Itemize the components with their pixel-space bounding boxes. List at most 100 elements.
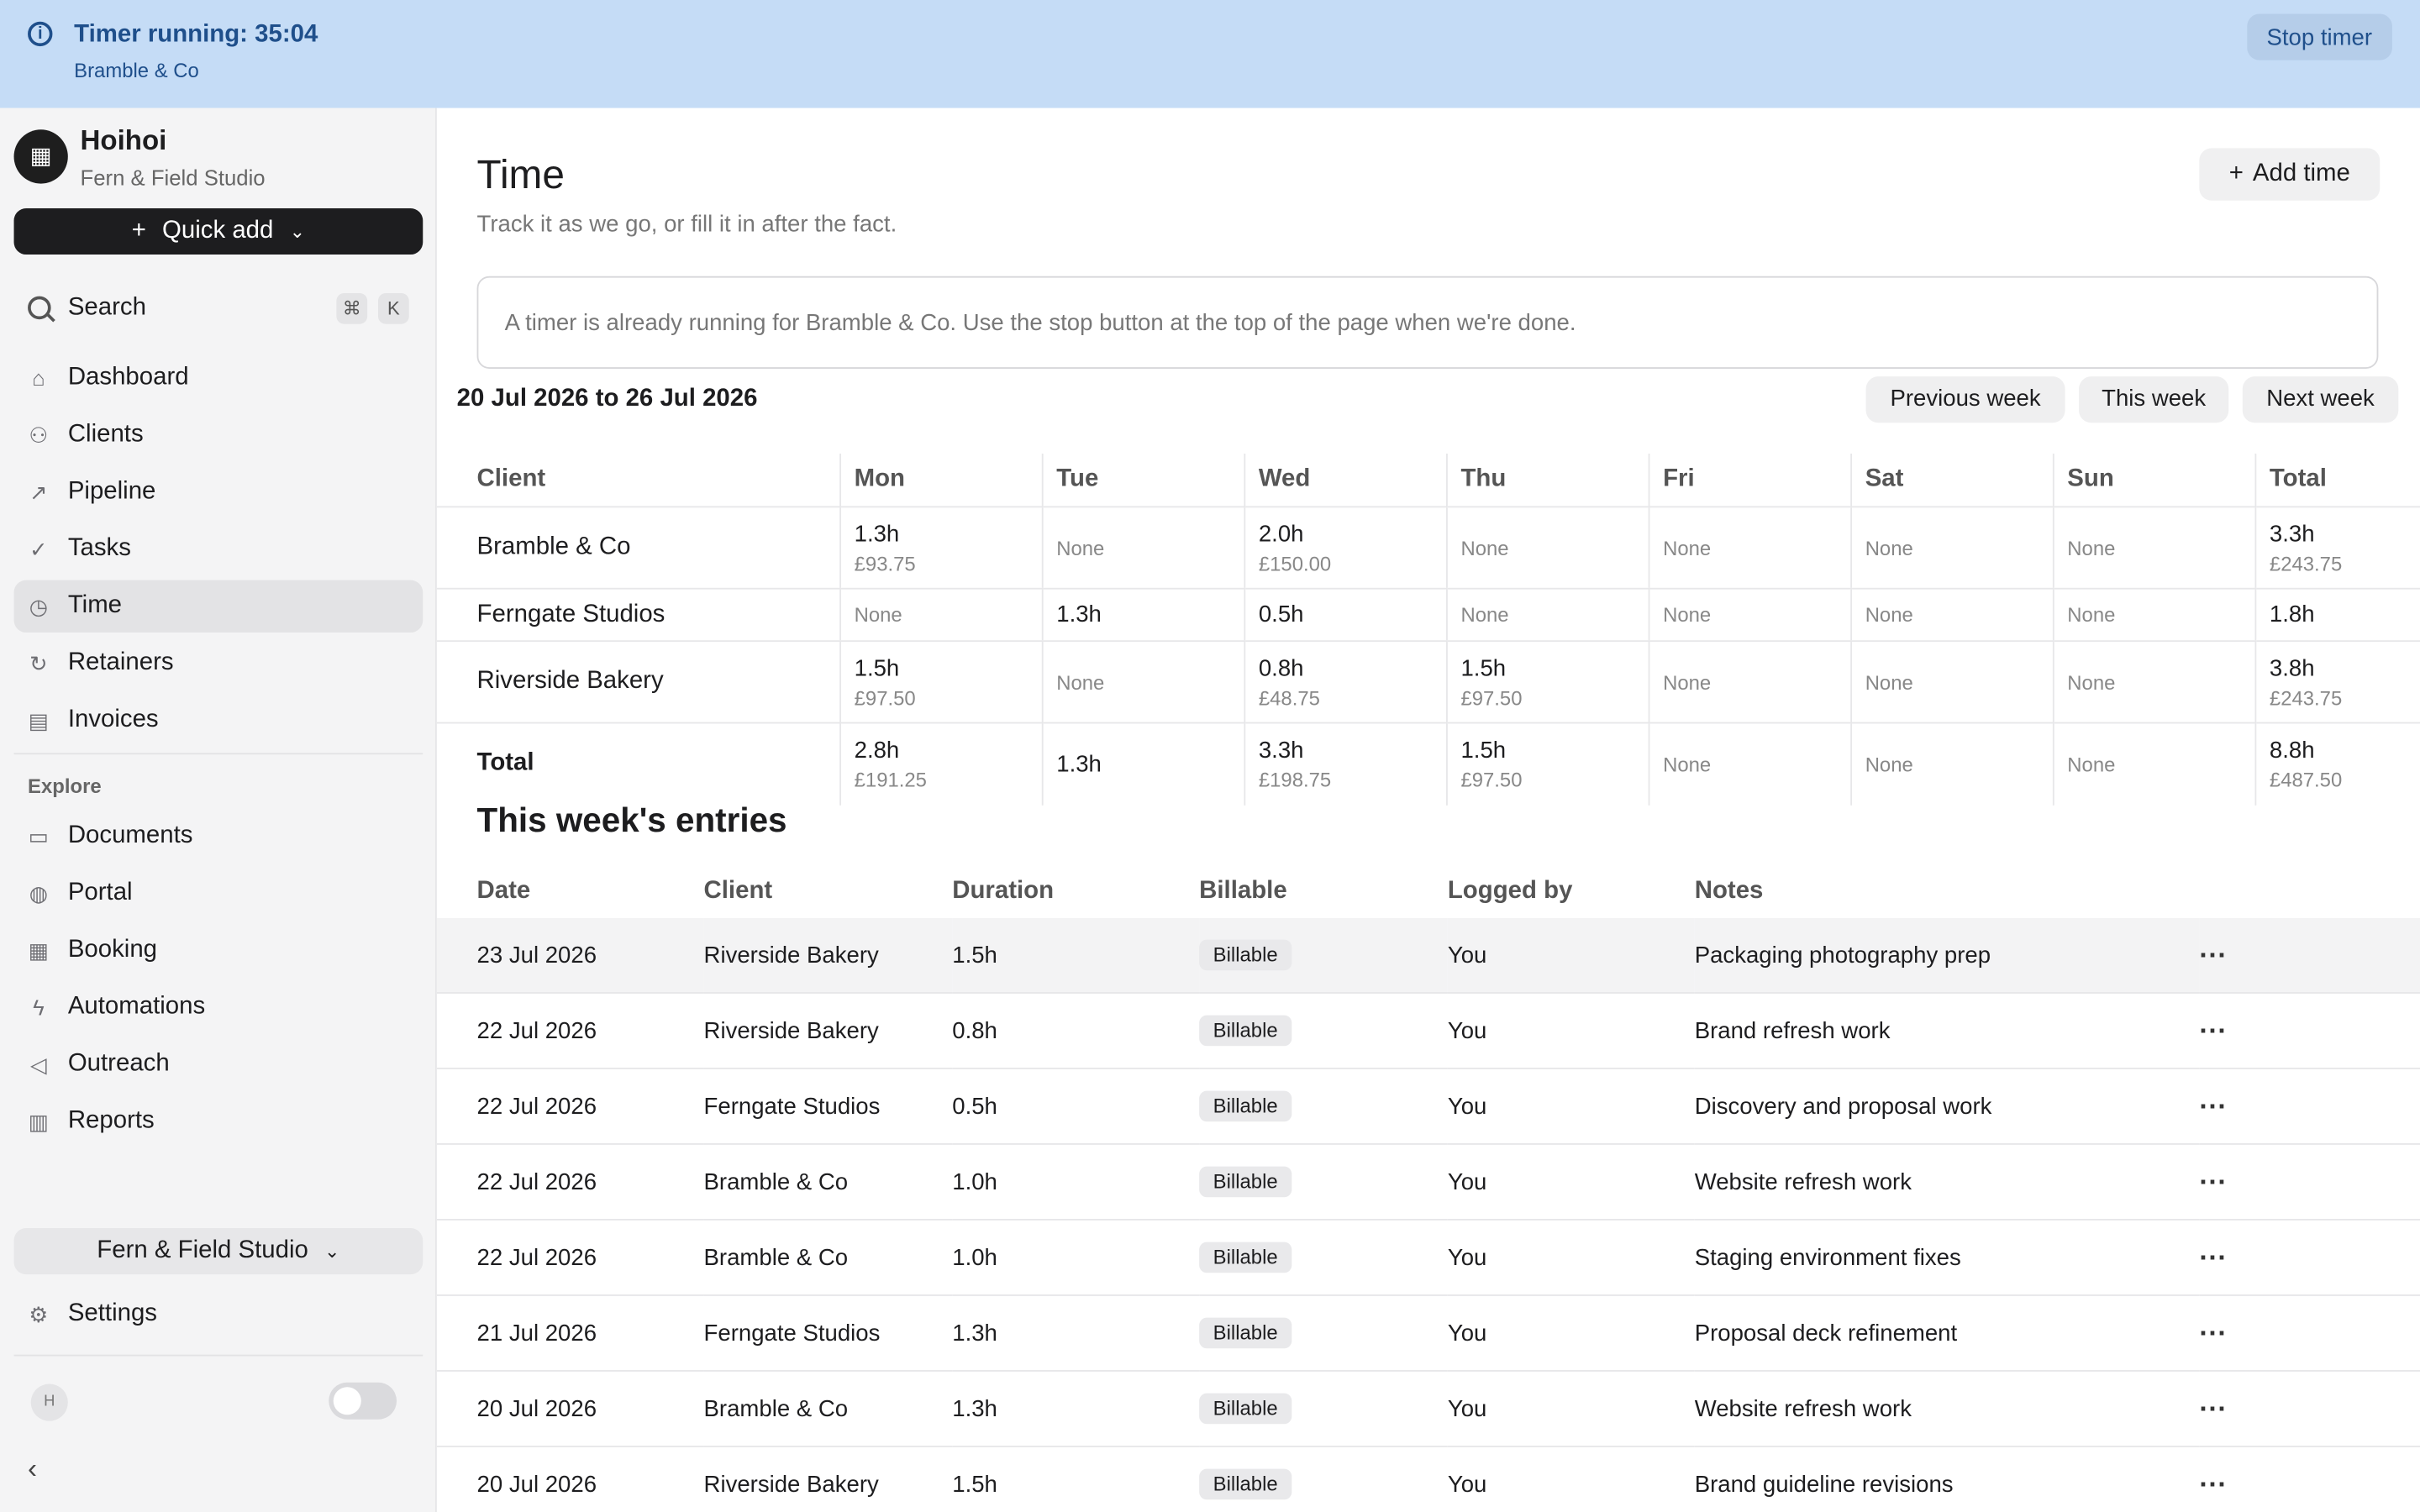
day-cell: None	[839, 588, 1042, 643]
day-cell: None	[1445, 507, 1649, 590]
page-description: Track it as we go, or fill it in after t…	[476, 211, 897, 238]
workspace-subtitle: Fern & Field Studio	[80, 165, 266, 190]
timer-status: Timer running: 35:04	[74, 21, 318, 48]
entry-date: 22 Jul 2026	[436, 1068, 704, 1145]
hours-value: 1.5h	[1460, 737, 1507, 764]
column-header: Billable	[1199, 877, 1287, 904]
empty-value: None	[854, 603, 902, 627]
entry-logged-by: You	[1447, 1370, 1695, 1447]
more-icon[interactable]: ···	[2199, 1166, 2227, 1197]
sidebar: ▦ Hoihoi Fern & Field Studio + Quick add…	[0, 108, 437, 1512]
sidebar-item-automations[interactable]: ϟ Automations	[14, 981, 424, 1033]
sidebar-item-pipeline[interactable]: ↗ Pipeline	[14, 466, 424, 518]
avatar[interactable]: H	[30, 1383, 68, 1421]
search-label: Search	[67, 294, 146, 322]
entry-actions: ···	[2199, 917, 2420, 994]
column-header: Fri	[1647, 453, 1851, 508]
sidebar-item-time[interactable]: ◷ Time	[13, 580, 424, 633]
sidebar-item-retainers[interactable]: ↻ Retainers	[14, 638, 424, 690]
search-button[interactable]: Search ⌘ K	[14, 282, 424, 334]
sidebar-item-reports[interactable]: ▥ Reports	[14, 1095, 424, 1147]
column-header: Thu	[1445, 453, 1649, 508]
entry-actions: ···	[2199, 1219, 2420, 1296]
sidebar-item-clients[interactable]: ⚇ Clients	[14, 409, 424, 461]
hours-value: 8.8h	[2269, 737, 2315, 764]
sidebar-item-label: Settings	[67, 1300, 158, 1327]
column-header: Wed	[1243, 453, 1447, 508]
add-time-button[interactable]: + Add time	[2199, 148, 2381, 201]
sidebar-item-dashboard[interactable]: ⌂ Dashboard	[14, 352, 424, 404]
sidebar-item-settings[interactable]: ⚙ Settings	[14, 1289, 424, 1341]
building-icon[interactable]: ▦	[13, 129, 68, 184]
bar-chart-icon: ▥	[28, 1109, 50, 1134]
column-header: Logged by	[1447, 877, 1573, 904]
more-icon[interactable]: ···	[2199, 1393, 2227, 1424]
hours-value: 1.3h	[854, 520, 900, 548]
sidebar-item-outreach[interactable]: ◁ Outreach	[14, 1038, 424, 1090]
empty-value: None	[2067, 536, 2116, 559]
this-week-button[interactable]: This week	[2079, 376, 2229, 423]
sidebar-item-label: Outreach	[67, 1050, 170, 1078]
table-row[interactable]: 20 Jul 2026 Bramble & Co 1.3h Billable You We…	[436, 1370, 2420, 1447]
sidebar-item-documents[interactable]: ▭ Documents	[14, 810, 424, 862]
table-row[interactable]: 22 Jul 2026 Bramble & Co 1.0h Billable You St…	[436, 1219, 2420, 1296]
totals-row: Total 2.8h £191.25 1.3h 3.3h £198.75 1.5h £97.5…	[437, 722, 2420, 805]
table-row[interactable]: 21 Jul 2026 Ferngate Studios 1.3h Billable Y…	[436, 1294, 2420, 1372]
summary-row: Riverside Bakery 1.5h £97.50 None 0.8h £48.75…	[436, 641, 2420, 724]
entry-client: Riverside Bakery	[703, 1446, 953, 1512]
sidebar-item-invoices[interactable]: ▤ Invoices	[14, 695, 424, 747]
day-cell: None	[1647, 507, 1851, 590]
stop-timer-button[interactable]: Stop timer	[2246, 13, 2392, 60]
quick-add-button[interactable]: + Quick add ⌄	[13, 207, 424, 255]
theme-toggle[interactable]	[329, 1382, 397, 1420]
entry-duration: 1.0h	[952, 1143, 1200, 1221]
sidebar-item-label: Time	[67, 592, 123, 619]
billable-badge: Billable	[1199, 1166, 1292, 1198]
studio-select[interactable]: Fern & Field Studio ⌄	[13, 1228, 424, 1275]
more-icon[interactable]: ···	[2199, 1090, 2227, 1121]
studio-select-label: Fern & Field Studio	[97, 1237, 308, 1264]
previous-week-button[interactable]: Previous week	[1865, 376, 2065, 423]
collapse-sidebar-icon[interactable]: ‹	[28, 1453, 37, 1486]
hours-value: 1.5h	[854, 654, 900, 681]
day-cell: None	[1445, 588, 1649, 643]
table-row[interactable]: 22 Jul 2026 Bramble & Co 1.0h Billable You We…	[436, 1143, 2420, 1221]
trend-icon: ↗	[29, 480, 48, 505]
empty-value: None	[2067, 752, 2116, 776]
more-icon[interactable]: ···	[2199, 1015, 2227, 1046]
client-name: Total	[476, 750, 534, 777]
column-header: Tue	[1040, 453, 1244, 508]
sidebar-item-portal[interactable]: ◍ Portal	[14, 867, 424, 919]
sidebar-item-label: Invoices	[67, 706, 159, 733]
day-cell: 1.5h £97.50	[1445, 722, 1649, 805]
sidebar-item-label: Clients	[67, 421, 144, 448]
more-icon[interactable]: ···	[2199, 1468, 2227, 1499]
entry-date: 22 Jul 2026	[436, 992, 704, 1069]
day-cell: 3.3h £198.75	[1243, 722, 1447, 805]
next-week-button[interactable]: Next week	[2242, 376, 2399, 423]
empty-value: None	[2067, 670, 2116, 694]
bolt-icon: ϟ	[33, 995, 45, 1021]
table-row[interactable]: 22 Jul 2026 Riverside Bakery 0.8h Billable Y…	[436, 992, 2420, 1069]
more-icon[interactable]: ···	[2199, 1317, 2227, 1348]
more-icon[interactable]: ···	[2199, 939, 2227, 970]
billable-badge: Billable	[1199, 939, 1292, 971]
entry-date: 21 Jul 2026	[436, 1294, 704, 1372]
day-cell: None	[1849, 722, 2053, 805]
entry-duration: 1.0h	[952, 1219, 1200, 1296]
entry-logged-by: You	[1447, 1068, 1695, 1145]
table-row[interactable]: 20 Jul 2026 Riverside Bakery 1.5h Billable Y…	[436, 1446, 2420, 1512]
sidebar-item-booking[interactable]: ▦ Booking	[14, 924, 424, 976]
calendar-icon: ▦	[28, 937, 50, 963]
amount-value: £97.50	[1460, 685, 1523, 709]
plus-icon: +	[131, 217, 146, 244]
client-name: Riverside Bakery	[436, 641, 840, 724]
sidebar-item-tasks[interactable]: ✓ Tasks	[14, 523, 424, 575]
entry-billable: Billable	[1199, 1294, 1448, 1372]
more-icon[interactable]: ···	[2199, 1242, 2227, 1273]
table-row[interactable]: 23 Jul 2026 Riverside Bakery 1.5h Billable Y…	[436, 917, 2420, 994]
table-row[interactable]: 22 Jul 2026 Ferngate Studios 0.5h Billable Y…	[436, 1068, 2420, 1145]
amount-value: £487.50	[2269, 768, 2343, 791]
entry-actions: ···	[2199, 1446, 2420, 1512]
entry-notes: Website refresh work	[1694, 1370, 2200, 1447]
